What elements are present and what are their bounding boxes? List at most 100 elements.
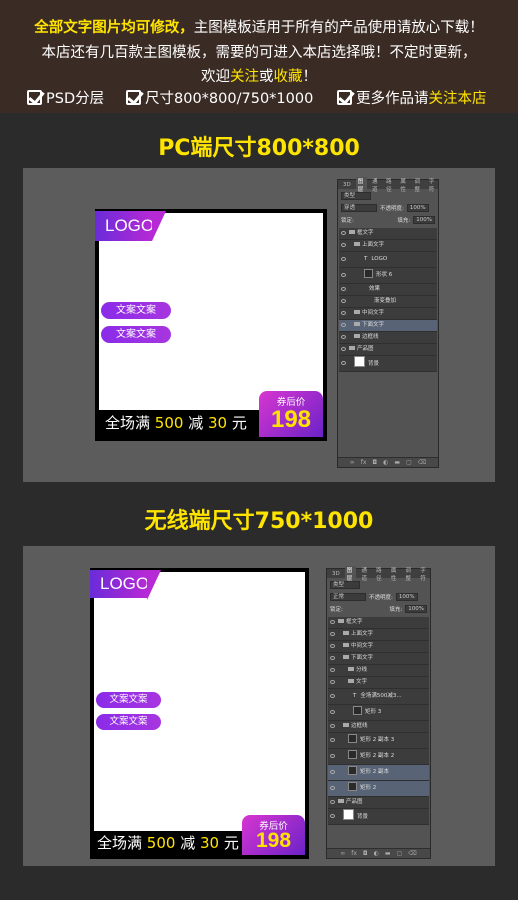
layer-row[interactable]: T LOGO [339,252,437,268]
layer-row[interactable]: 边框线 [339,332,437,344]
adjustment-icon[interactable]: ◐ [374,850,379,857]
mask-icon[interactable]: ◘ [363,850,368,857]
layer-row[interactable]: 边框线 [328,721,429,733]
filter-row: 类型 [341,191,435,201]
visibility-eye-icon[interactable] [330,644,335,648]
visibility-eye-icon[interactable] [330,800,335,804]
opacity-input[interactable]: 100% [406,204,429,212]
visibility-eye-icon[interactable] [341,361,346,365]
visibility-eye-icon[interactable] [330,668,335,672]
filter-select[interactable]: 类型 [330,581,360,589]
tab-properties[interactable]: 属性 [389,566,401,582]
layer-row[interactable]: 矩形 2 副本 2 [328,749,429,765]
layer-row[interactable]: 渐变叠加 [339,296,437,308]
visibility-eye-icon[interactable] [330,710,335,714]
new-layer-icon[interactable]: ▢ [406,459,412,466]
visibility-eye-icon[interactable] [341,243,346,247]
feature-checklist: PSD分层 尺寸800*800/750*1000 更多作品请关注本店 [0,87,518,109]
tab-character[interactable]: 字符 [418,566,430,582]
visibility-eye-icon[interactable] [330,786,335,790]
visibility-eye-icon[interactable] [341,273,346,277]
layer-thumbnail [348,734,357,743]
tab-paths[interactable]: 路径 [374,566,386,582]
tab-character[interactable]: 字符 [427,177,438,193]
filter-select[interactable]: 类型 [341,192,371,200]
visibility-eye-icon[interactable] [330,814,335,818]
delete-icon[interactable]: ⌫ [408,850,416,857]
folder-icon [354,322,360,326]
tab-paths[interactable]: 路径 [384,177,395,193]
feature-label: 尺寸800*800/750*1000 [145,91,314,107]
new-layer-icon[interactable]: ▢ [397,850,403,857]
tab-3d[interactable]: 3D [330,571,342,577]
tab-properties[interactable]: 属性 [398,177,409,193]
visibility-eye-icon[interactable] [341,231,346,235]
layer-row[interactable]: 矩形 2 副本 3 [328,733,429,749]
layer-row[interactable]: 矩形 2 副本 [328,765,429,781]
layer-row[interactable]: 中间文字 [339,308,437,320]
layer-row[interactable]: 产品图 [339,344,437,356]
visibility-eye-icon[interactable] [341,347,346,351]
layer-row[interactable]: 文字 [328,677,429,689]
favorite-link[interactable]: 收藏 [274,69,303,85]
layer-row[interactable]: 分线 [328,665,429,677]
layer-row[interactable]: 背景 [328,809,429,825]
layer-row[interactable]: 框文字 [339,228,437,240]
tab-3d[interactable]: 3D [341,182,353,188]
visibility-eye-icon[interactable] [330,620,335,624]
visibility-eye-icon[interactable] [341,335,346,339]
visibility-eye-icon[interactable] [341,299,346,303]
fx-icon[interactable]: fx [361,459,367,466]
visibility-eye-icon[interactable] [341,257,346,261]
layer-row[interactable]: 上面文字 [328,629,429,641]
tab-layers[interactable]: 图层 [344,565,357,582]
new-group-icon[interactable]: ▬ [394,459,400,466]
fill-input[interactable]: 100% [405,605,427,613]
adjustment-icon[interactable]: ◐ [383,459,388,466]
visibility-eye-icon[interactable] [330,632,335,636]
fill-input[interactable]: 100% [413,216,435,224]
visibility-eye-icon[interactable] [341,287,346,291]
layer-row[interactable]: 下面文字 [328,653,429,665]
layer-row[interactable]: 框文字 [328,617,429,629]
delete-icon[interactable]: ⌫ [418,459,426,466]
fx-icon[interactable]: fx [351,850,357,857]
blend-mode-select[interactable]: 正常 [330,593,366,601]
layer-row[interactable]: T 全场满500减3... [328,689,429,705]
layer-row[interactable]: 产品图 [328,797,429,809]
mask-icon[interactable]: ◘ [372,459,377,466]
layer-row[interactable]: 下面文字 [339,320,437,332]
layer-row[interactable]: 上面文字 [339,240,437,252]
layer-row[interactable]: 矩形 3 [328,705,429,721]
visibility-eye-icon[interactable] [341,311,346,315]
folder-icon [343,643,349,647]
visibility-eye-icon[interactable] [330,724,335,728]
visibility-eye-icon[interactable] [330,738,335,742]
new-group-icon[interactable]: ▬ [385,850,391,857]
layer-row[interactable]: 形状 6 [339,268,437,284]
link-layers-icon[interactable]: ∞ [350,459,355,466]
follow-link[interactable]: 关注 [230,69,259,85]
layer-row[interactable]: 背景 [339,356,437,372]
tab-channels[interactable]: 通道 [359,566,371,582]
layer-row[interactable]: 中间文字 [328,641,429,653]
layer-row[interactable]: 矩形 2 [328,781,429,797]
tab-adjustments[interactable]: 调整 [404,566,416,582]
visibility-eye-icon[interactable] [341,323,346,327]
layer-row[interactable]: 效果 [339,284,437,296]
folder-icon [349,230,355,234]
link-layers-icon[interactable]: ∞ [340,850,345,857]
tab-adjustments[interactable]: 调整 [413,177,424,193]
layer-thumbnail [348,782,357,791]
visibility-eye-icon[interactable] [330,754,335,758]
opacity-input[interactable]: 100% [395,593,418,601]
visibility-eye-icon[interactable] [330,694,335,698]
tab-layers[interactable]: 图层 [355,176,367,193]
visibility-eye-icon[interactable] [330,770,335,774]
follow-store-link[interactable]: 关注本店 [429,91,487,107]
visibility-eye-icon[interactable] [330,656,335,660]
banner-line-3-end: ！ [302,69,318,85]
visibility-eye-icon[interactable] [330,680,335,684]
tab-channels[interactable]: 通道 [370,177,381,193]
blend-mode-select[interactable]: 穿透 [341,204,377,212]
